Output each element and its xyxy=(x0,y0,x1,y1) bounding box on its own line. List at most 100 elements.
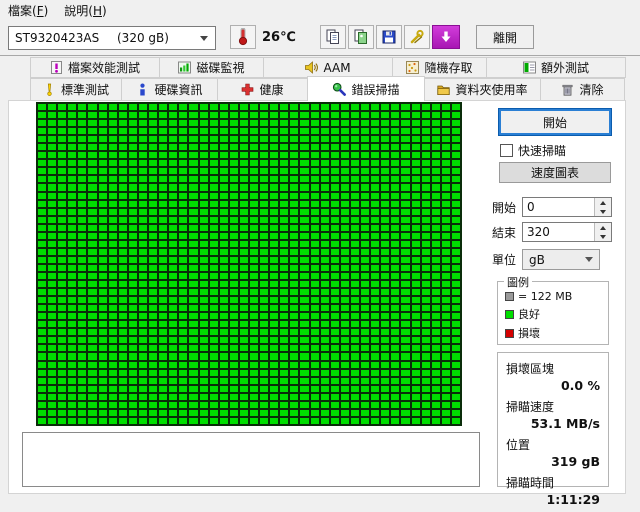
scan-block xyxy=(361,208,370,215)
scan-block xyxy=(340,313,349,320)
scan-block xyxy=(98,168,107,175)
tab-random-access[interactable]: 隨機存取 xyxy=(392,57,487,78)
tab-erase[interactable]: 清除 xyxy=(540,78,625,101)
scan-block xyxy=(290,345,299,352)
menu-file[interactable]: 檔案(F) xyxy=(0,0,56,21)
scan-block xyxy=(320,192,329,199)
scan-block xyxy=(209,232,218,239)
scan-block xyxy=(209,152,218,159)
spin-up-button[interactable] xyxy=(595,198,611,207)
scan-block xyxy=(138,240,148,247)
copy-image-button[interactable] xyxy=(348,25,374,49)
tab-extra-tests[interactable]: 額外測試 xyxy=(486,57,626,78)
scan-block xyxy=(340,216,349,223)
scan-block xyxy=(371,168,380,175)
scan-block xyxy=(38,417,47,424)
scan-block xyxy=(441,112,450,119)
scan-block xyxy=(300,385,309,392)
scan-block xyxy=(159,369,168,376)
drive-capacity: (320 gB) xyxy=(117,31,169,45)
tab-disk-monitor[interactable]: 磁碟監視 xyxy=(159,57,264,78)
tab-file-benchmark[interactable]: 檔案效能測試 xyxy=(30,57,160,78)
speed-map-button[interactable]: 速度圖表 xyxy=(499,162,611,183)
scan-block xyxy=(421,200,430,207)
scan-block xyxy=(340,240,349,247)
tab-health[interactable]: 健康 xyxy=(217,78,308,101)
scan-block xyxy=(108,409,117,416)
scan-block xyxy=(149,112,158,119)
scan-block xyxy=(88,232,97,239)
scan-block xyxy=(169,104,178,111)
scan-block xyxy=(371,313,380,320)
tab-disk-info[interactable]: 硬碟資訊 xyxy=(121,78,218,101)
scan-block xyxy=(350,152,360,159)
scan-block xyxy=(169,232,178,239)
scan-block xyxy=(58,216,67,223)
tab-folder-usage[interactable]: 資料夾使用率 xyxy=(424,78,541,101)
scan-block xyxy=(371,248,380,255)
save-button[interactable] xyxy=(376,25,402,49)
scan-block xyxy=(38,281,47,288)
tab-standard-test[interactable]: 標準測試 xyxy=(30,78,122,101)
scan-block xyxy=(189,289,198,296)
start-scan-button[interactable]: 開始 xyxy=(498,108,612,136)
scan-block xyxy=(209,176,218,183)
spin-down-button[interactable] xyxy=(595,207,611,216)
tab-aam[interactable]: AAM xyxy=(263,57,393,78)
bad-block-list[interactable] xyxy=(22,432,480,487)
unit-select[interactable]: gB xyxy=(522,249,600,270)
scan-block xyxy=(330,256,339,263)
start-position-input[interactable]: 0 xyxy=(522,197,612,217)
scan-block xyxy=(58,136,67,143)
scan-block xyxy=(441,184,450,191)
scan-block xyxy=(98,329,107,336)
scan-block xyxy=(300,256,309,263)
tab-error-scan[interactable]: 錯誤掃描 xyxy=(307,76,425,101)
legend-good: 良好 xyxy=(505,306,608,322)
scan-block xyxy=(401,112,410,119)
temperature-button[interactable] xyxy=(230,25,256,49)
scan-block xyxy=(138,112,148,119)
scan-block xyxy=(249,281,259,288)
scan-block xyxy=(38,160,47,167)
info-icon xyxy=(140,83,146,96)
scan-block xyxy=(330,208,339,215)
update-download-button[interactable] xyxy=(432,25,460,49)
spin-up-button[interactable] xyxy=(595,223,611,232)
options-button[interactable] xyxy=(404,25,430,49)
drive-select-combobox[interactable]: ST9320423AS (320 gB) xyxy=(8,26,216,50)
scan-block xyxy=(149,264,158,271)
scan-block xyxy=(280,152,289,159)
scan-block xyxy=(239,248,248,255)
scan-block xyxy=(118,144,127,151)
scan-block xyxy=(179,136,188,143)
exit-button[interactable]: 離開 xyxy=(476,25,534,49)
end-position-row: 結束 320 xyxy=(492,222,612,242)
scan-block xyxy=(199,281,208,288)
scan-block xyxy=(38,200,47,207)
end-position-input[interactable]: 320 xyxy=(522,222,612,242)
scan-block xyxy=(78,417,87,424)
scan-block xyxy=(58,353,67,360)
scan-block xyxy=(108,305,117,312)
scan-block xyxy=(431,329,440,336)
spin-down-button[interactable] xyxy=(595,232,611,241)
scan-block xyxy=(391,272,400,280)
scan-block xyxy=(219,160,228,167)
scan-block xyxy=(219,345,228,352)
copy-button[interactable] xyxy=(320,25,346,49)
download-icon xyxy=(441,31,451,42)
scan-block xyxy=(149,361,158,368)
scan-block xyxy=(219,248,228,255)
scan-block xyxy=(249,417,259,424)
quick-scan-checkbox[interactable] xyxy=(500,144,513,157)
scan-block xyxy=(371,256,380,263)
scan-block xyxy=(441,120,450,127)
scan-block xyxy=(169,184,178,191)
scan-block xyxy=(159,136,168,143)
scan-block xyxy=(179,224,188,231)
menu-help[interactable]: 說明(H) xyxy=(56,0,114,21)
scan-block xyxy=(189,353,198,360)
scan-block xyxy=(239,176,248,183)
scan-block xyxy=(219,417,228,424)
